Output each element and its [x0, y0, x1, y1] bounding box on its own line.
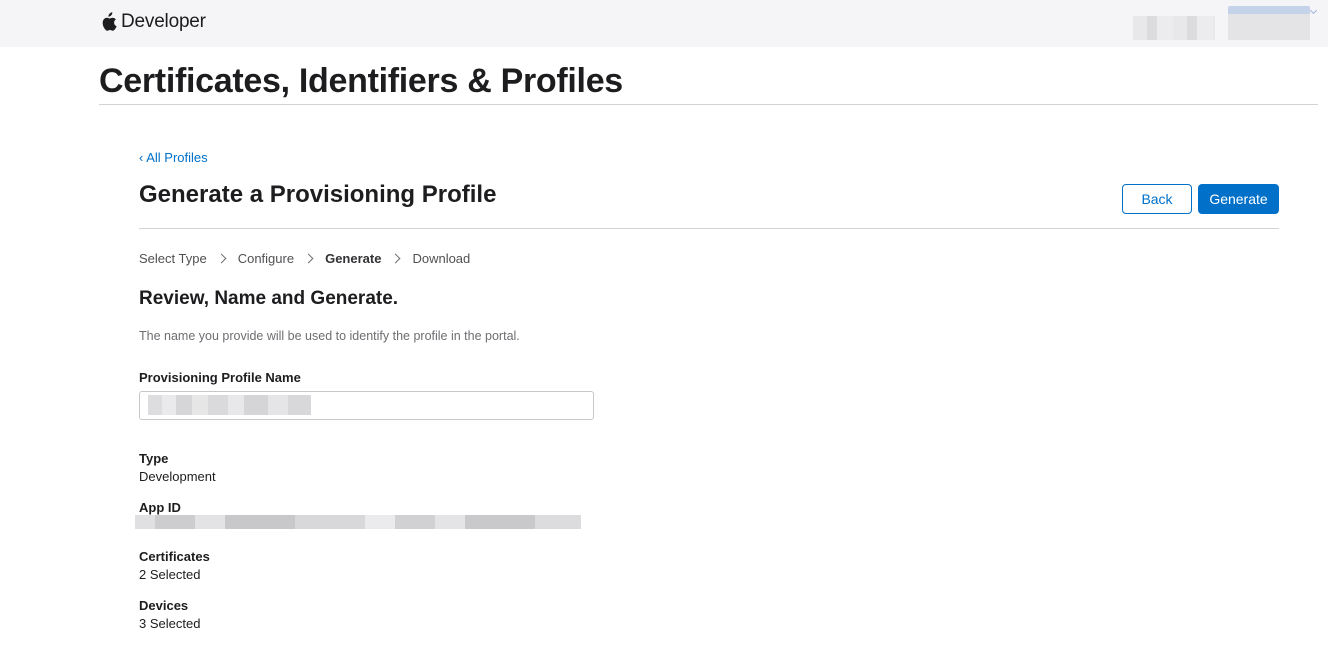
- step-configure: Configure: [237, 251, 295, 266]
- back-button[interactable]: Back: [1122, 184, 1192, 214]
- redacted-app-id: [135, 515, 581, 529]
- global-nav-bar: Developer: [0, 0, 1328, 47]
- profile-name-label: Provisioning Profile Name: [139, 370, 301, 385]
- type-value: Development: [139, 469, 216, 484]
- step-indicator: Select Type Configure Generate Download: [139, 251, 470, 266]
- heading-divider: [139, 228, 1279, 229]
- main-title: Certificates, Identifiers & Profiles: [99, 62, 623, 100]
- chevron-right-icon: [303, 253, 314, 264]
- redacted-account-menu[interactable]: [1228, 6, 1310, 40]
- all-profiles-link[interactable]: ‹ All Profiles: [139, 150, 208, 165]
- page-heading: Generate a Provisioning Profile: [139, 181, 497, 208]
- devices-value: 3 Selected: [139, 616, 201, 631]
- description-text: The name you provide will be used to ide…: [139, 329, 520, 343]
- app-id-label: App ID: [139, 500, 181, 515]
- section-heading: Review, Name and Generate.: [139, 288, 399, 309]
- step-generate: Generate: [325, 251, 382, 266]
- generate-button[interactable]: Generate: [1198, 184, 1279, 214]
- certificates-label: Certificates: [139, 549, 210, 564]
- devices-label: Devices: [139, 598, 189, 613]
- chevron-right-icon: [216, 253, 227, 264]
- step-select-type: Select Type: [139, 251, 207, 266]
- profile-name-input[interactable]: [139, 391, 594, 420]
- developer-home-link[interactable]: Developer: [100, 10, 206, 34]
- title-divider: [99, 104, 1318, 105]
- redacted-account-name[interactable]: [1133, 16, 1215, 40]
- step-download: Download: [412, 251, 471, 266]
- type-label: Type: [139, 451, 169, 466]
- brand-label: Developer: [121, 11, 206, 32]
- certificates-value: 2 Selected: [139, 567, 201, 582]
- apple-logo-icon: [102, 12, 117, 31]
- chevron-right-icon: [391, 253, 401, 264]
